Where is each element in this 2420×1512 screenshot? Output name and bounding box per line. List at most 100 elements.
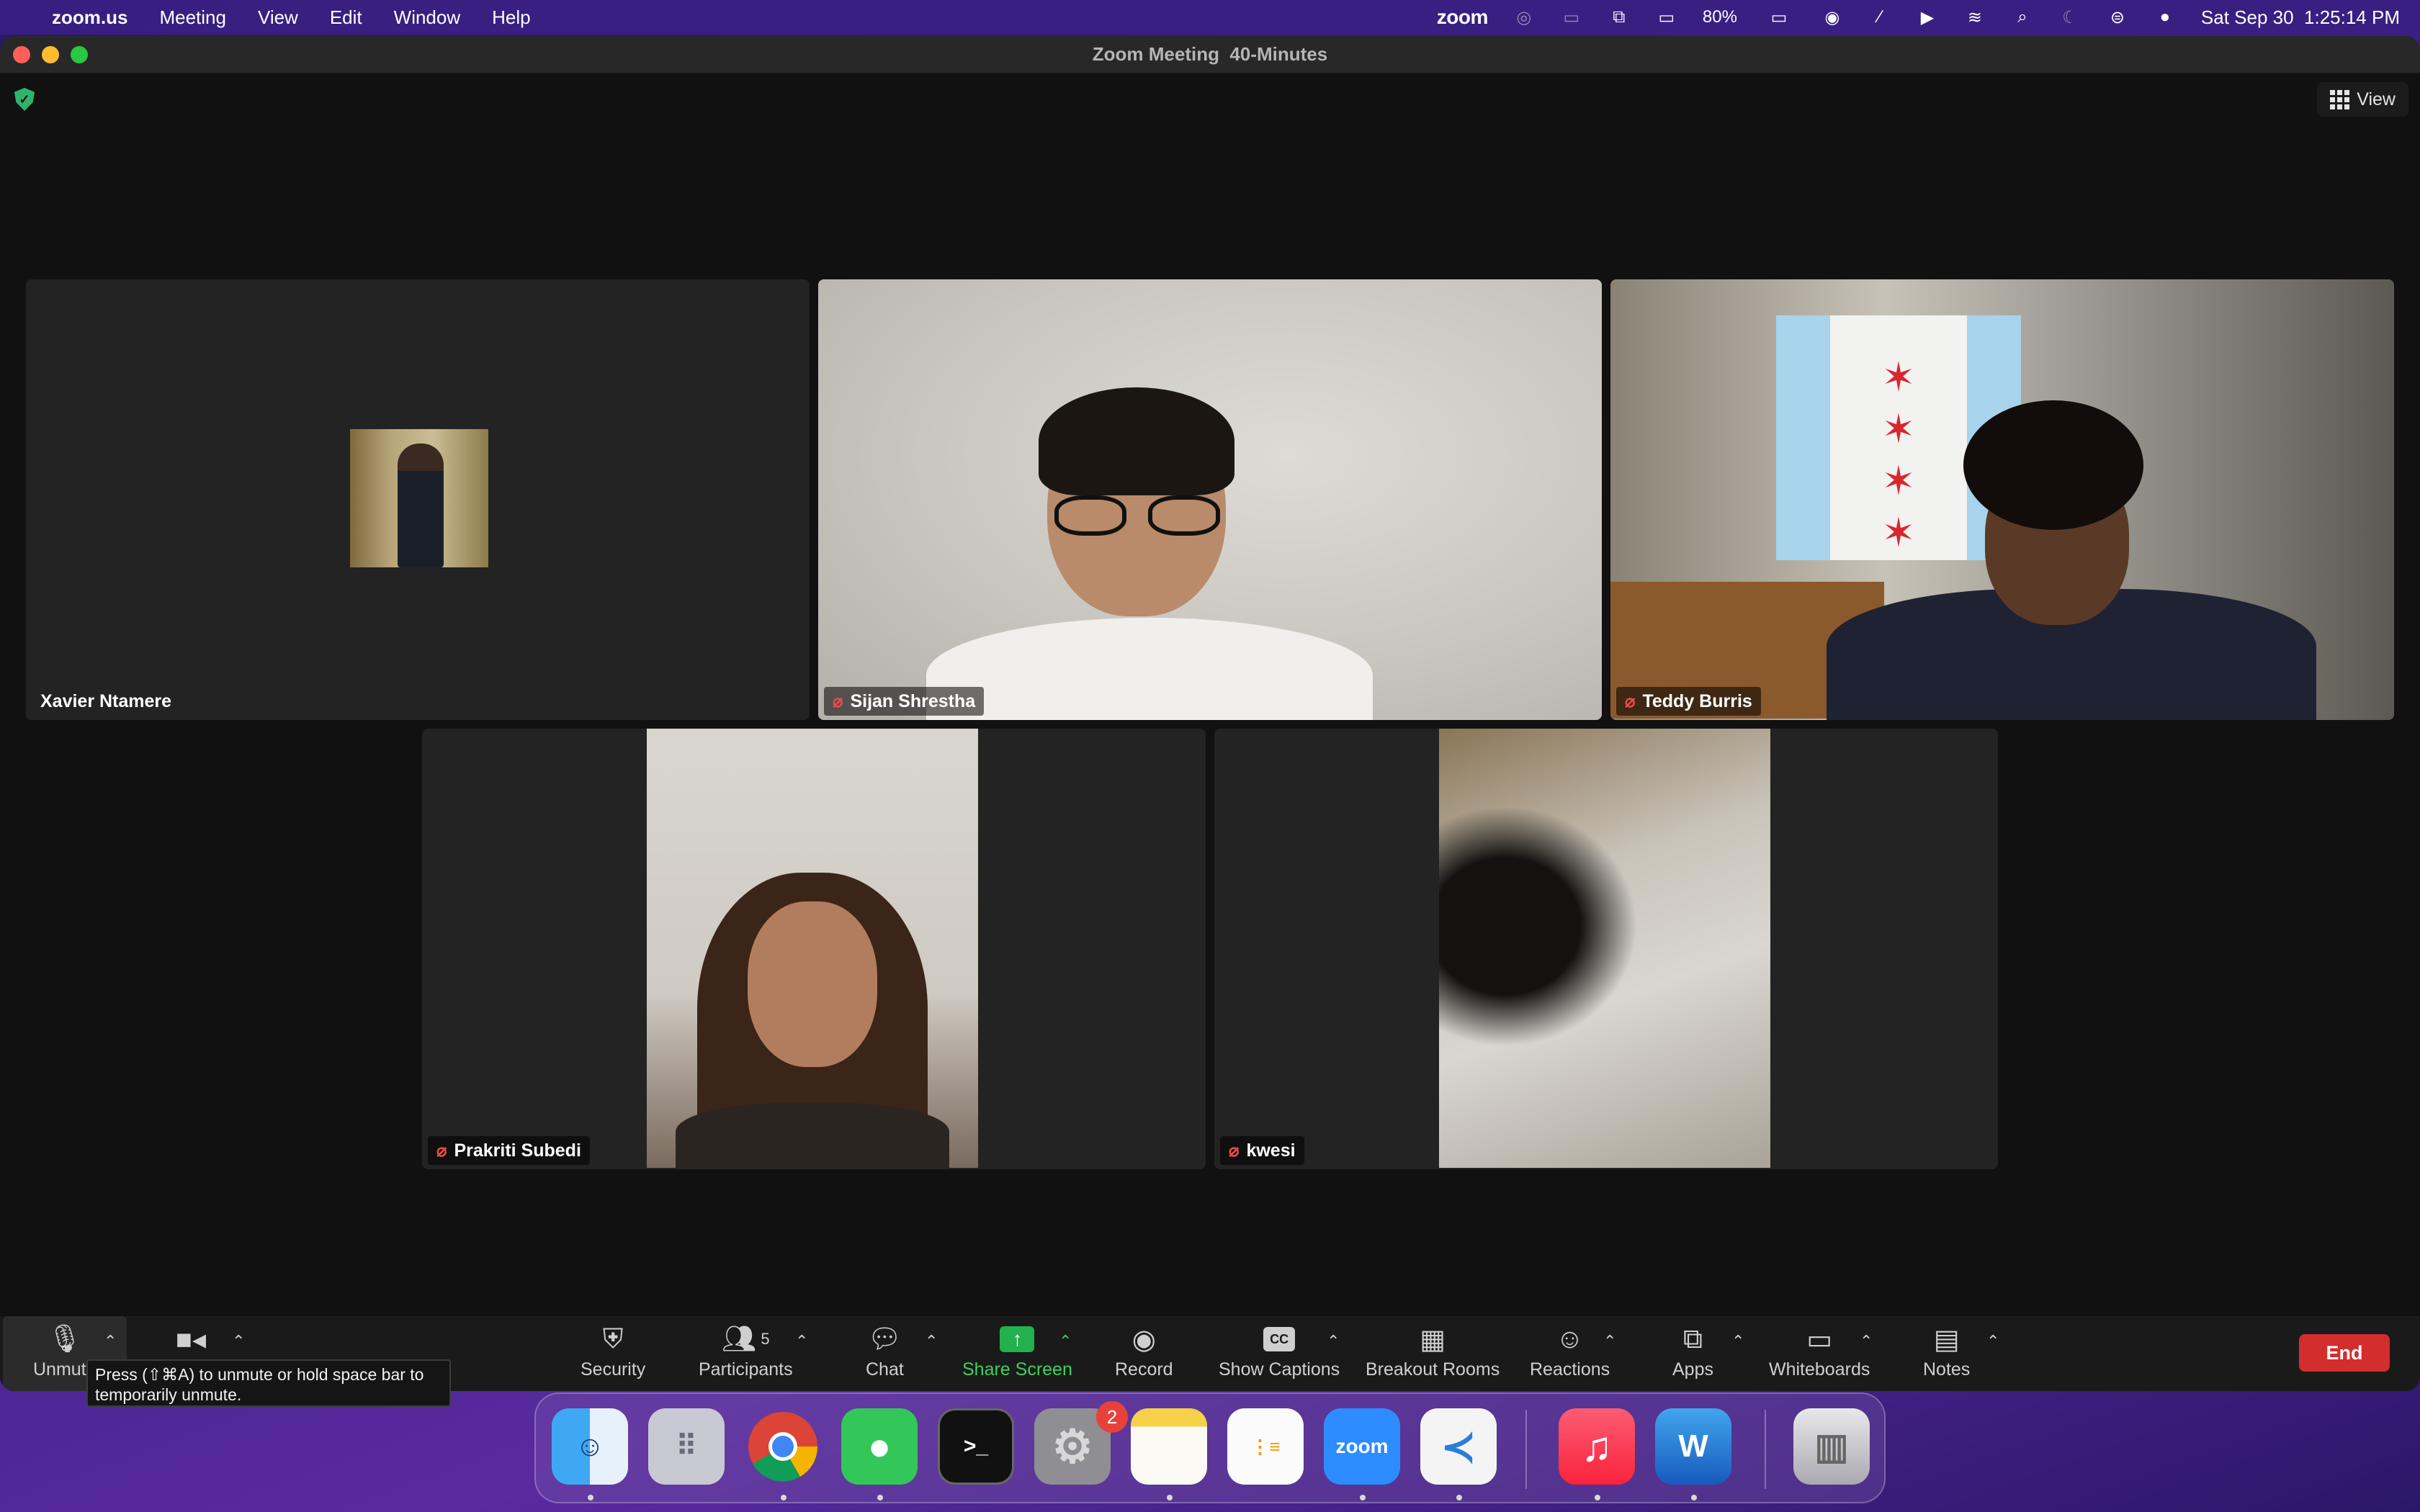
control-center-icon[interactable]: ⊜ bbox=[2106, 8, 2129, 27]
participants-icon: 👥︎ 5 bbox=[722, 1324, 770, 1354]
chat-caret-icon[interactable]: ⌃ bbox=[925, 1332, 938, 1351]
chat-button[interactable]: 💬︎ Chat bbox=[866, 1323, 904, 1380]
participant-name: Sijan Shrestha bbox=[850, 690, 976, 711]
apps-button[interactable]: ⧉ Apps bbox=[1672, 1323, 1713, 1380]
sidecar-icon[interactable]: ▭ bbox=[1560, 8, 1583, 27]
avatar bbox=[350, 429, 488, 567]
reactions-smiley-icon: ☺ bbox=[1556, 1323, 1584, 1354]
macos-dock: ☺ ⠿ ● >_ ⚙ 2 ⋮≡ zoom ≺ ♫ W ▥ bbox=[534, 1392, 1886, 1503]
record-button[interactable]: ◉ Record bbox=[1115, 1323, 1173, 1380]
captions-caret-icon[interactable]: ⌃ bbox=[1327, 1332, 1340, 1351]
zoom-meeting-window: Zoom Meeting 40-Minutes ✓ View Xavier Nt… bbox=[0, 36, 2420, 1391]
participant-video: ✶ ✶ ✶ ✶ bbox=[1610, 279, 2394, 720]
battery-percent: 80% bbox=[1702, 7, 1737, 27]
video-options-caret-icon[interactable]: ⌃ bbox=[232, 1332, 245, 1351]
participant-video bbox=[818, 279, 1602, 720]
participant-name: Xavier Ntamere bbox=[40, 690, 172, 711]
zoom-status-icon[interactable]: zoom bbox=[1437, 6, 1489, 29]
menubar-datetime[interactable]: Sat Sep 30 1:25:14 PM bbox=[2201, 6, 2400, 29]
menu-help[interactable]: Help bbox=[492, 6, 530, 29]
window-title: Zoom Meeting 40-Minutes bbox=[1092, 43, 1328, 65]
pen-icon[interactable]: ∕ bbox=[1868, 7, 1891, 27]
airdrop-icon[interactable]: ◎ bbox=[1512, 8, 1536, 27]
video-tile-xavier[interactable]: Xavier Ntamere bbox=[26, 279, 810, 720]
search-icon[interactable]: ⌕ bbox=[2011, 7, 2034, 27]
notification-badge: 2 bbox=[1096, 1401, 1128, 1433]
closed-captions-icon: CC bbox=[1263, 1327, 1296, 1351]
security-button[interactable]: ⛨ Security bbox=[581, 1323, 645, 1380]
zoom-running-dot bbox=[1360, 1495, 1366, 1500]
menu-window[interactable]: Window bbox=[394, 6, 460, 29]
dock-separator bbox=[1765, 1410, 1766, 1489]
menu-edit[interactable]: Edit bbox=[330, 6, 362, 29]
menu-meeting[interactable]: Meeting bbox=[159, 6, 226, 29]
terminal-icon[interactable]: >_ bbox=[938, 1408, 1014, 1485]
grid-view-icon bbox=[2330, 89, 2350, 109]
tooltip-line-2: temporarily unmute. bbox=[95, 1385, 242, 1404]
share-screen-icon-wrap: ↑ bbox=[1000, 1323, 1035, 1355]
fullscreen-window-button[interactable] bbox=[71, 46, 88, 63]
menu-view[interactable]: View bbox=[258, 6, 298, 29]
mic-muted-icon: 🎙︎ bbox=[47, 1324, 82, 1354]
share-caret-icon[interactable]: ⌃ bbox=[1059, 1332, 1072, 1351]
whiteboards-button[interactable]: ▭ Whiteboards bbox=[1769, 1323, 1870, 1380]
word-icon[interactable]: W bbox=[1655, 1408, 1731, 1485]
mic-muted-icon: ⌀ bbox=[436, 1140, 447, 1161]
notes-running-dot bbox=[1167, 1495, 1173, 1500]
menu-app-name[interactable]: zoom.us bbox=[52, 6, 127, 29]
battery-icon[interactable]: ▭ bbox=[1762, 8, 1796, 27]
end-meeting-button[interactable]: End bbox=[2299, 1334, 2390, 1372]
view-button[interactable]: View bbox=[2317, 82, 2408, 117]
participant-name: kwesi bbox=[1246, 1140, 1296, 1161]
record-label: Record bbox=[1115, 1359, 1173, 1380]
zoom-app-icon[interactable]: zoom bbox=[1324, 1408, 1400, 1485]
chat-label: Chat bbox=[866, 1359, 904, 1380]
messages-running-dot bbox=[877, 1495, 883, 1500]
participants-count: 5 bbox=[761, 1330, 770, 1348]
share-screen-button[interactable]: ↑ Share Screen bbox=[962, 1323, 1072, 1380]
video-tile-teddy[interactable]: ✶ ✶ ✶ ✶ ⌀ Teddy Burris bbox=[1610, 279, 2394, 720]
user-icon[interactable]: ◉ bbox=[1821, 8, 1844, 27]
audio-options-caret-icon[interactable]: ⌃ bbox=[104, 1332, 117, 1351]
breakout-rooms-button[interactable]: ▦ Breakout Rooms bbox=[1366, 1323, 1500, 1380]
security-label: Security bbox=[581, 1359, 646, 1380]
macos-menubar: zoom.us Meeting View Edit Window Help zo… bbox=[0, 0, 2420, 35]
reactions-caret-icon[interactable]: ⌃ bbox=[1603, 1332, 1616, 1351]
reactions-button[interactable]: ☺ Reactions bbox=[1530, 1323, 1610, 1380]
mic-muted-icon: ⌀ bbox=[1229, 1140, 1240, 1161]
notes-button[interactable]: ▤ Notes bbox=[1923, 1323, 1970, 1380]
notes-label: Notes bbox=[1923, 1359, 1971, 1380]
breakout-rooms-icon: ▦ bbox=[1420, 1324, 1446, 1355]
show-captions-label: Show Captions bbox=[1219, 1359, 1340, 1380]
window-icon[interactable]: ⧉ bbox=[1608, 7, 1631, 27]
show-captions-button[interactable]: CC Show Captions bbox=[1219, 1323, 1340, 1380]
finder-icon[interactable]: ☺ bbox=[552, 1408, 628, 1485]
play-icon[interactable]: ▶ bbox=[1916, 8, 1939, 27]
music-running-dot bbox=[1595, 1495, 1600, 1500]
minimize-window-button[interactable] bbox=[42, 46, 59, 63]
close-window-button[interactable] bbox=[13, 46, 30, 63]
whiteboards-caret-icon[interactable]: ⌃ bbox=[1860, 1332, 1873, 1351]
reminders-icon[interactable]: ⋮≡ bbox=[1227, 1408, 1304, 1485]
music-icon[interactable]: ♫ bbox=[1559, 1408, 1635, 1485]
messages-icon[interactable]: ● bbox=[841, 1408, 918, 1485]
security-shield-icon: ⛨ bbox=[602, 1323, 624, 1354]
focus-moon-icon[interactable]: ☾ bbox=[2058, 8, 2081, 27]
security-shield-icon[interactable]: ✓ bbox=[14, 88, 35, 111]
video-tile-sijan[interactable]: ⌀ Sijan Shrestha bbox=[818, 279, 1602, 720]
participants-button[interactable]: 👥︎ 5 Participants bbox=[699, 1323, 793, 1380]
notes-caret-icon[interactable]: ⌃ bbox=[1986, 1332, 1999, 1351]
notes-app-icon[interactable] bbox=[1131, 1408, 1207, 1485]
launchpad-icon[interactable]: ⠿ bbox=[648, 1408, 725, 1485]
video-tile-kwesi[interactable]: ⌀ kwesi bbox=[1214, 729, 1998, 1169]
mic-muted-icon: ⌀ bbox=[1625, 691, 1636, 711]
wifi-icon[interactable]: ≋ bbox=[1963, 8, 1986, 27]
siri-icon[interactable]: ● bbox=[2154, 7, 2177, 27]
participants-caret-icon[interactable]: ⌃ bbox=[795, 1332, 808, 1351]
video-tile-prakriti[interactable]: ⌀ Prakriti Subedi bbox=[422, 729, 1206, 1169]
chrome-icon[interactable] bbox=[745, 1408, 821, 1485]
trash-icon[interactable]: ▥ bbox=[1793, 1408, 1870, 1485]
apps-caret-icon[interactable]: ⌃ bbox=[1731, 1332, 1744, 1351]
vscode-icon[interactable]: ≺ bbox=[1420, 1408, 1497, 1485]
display-icon[interactable]: ▭ bbox=[1655, 8, 1678, 27]
